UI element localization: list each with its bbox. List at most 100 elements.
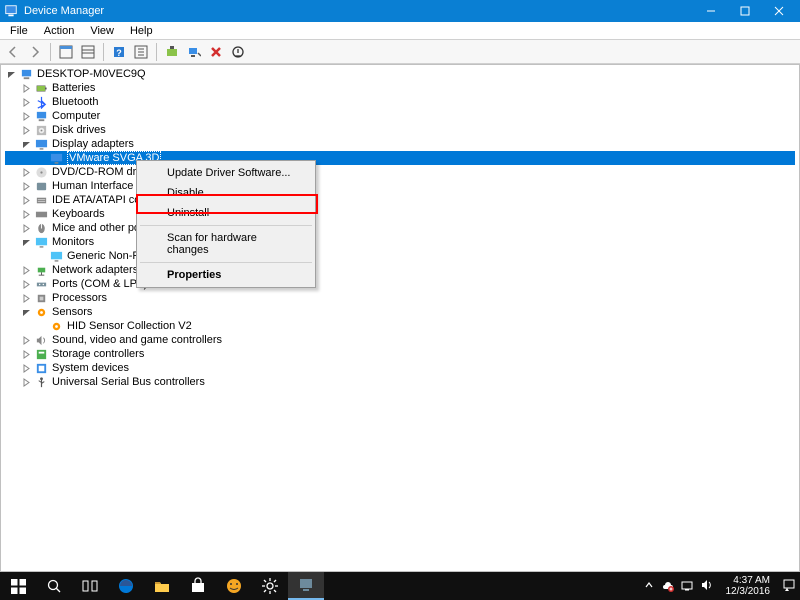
computer-icon bbox=[34, 109, 48, 123]
toolbar-show-hidden[interactable] bbox=[56, 42, 76, 62]
clock-time: 4:37 AM bbox=[726, 575, 771, 586]
menu-action[interactable]: Action bbox=[36, 24, 83, 38]
tray-chevron-up-icon[interactable] bbox=[644, 580, 654, 593]
tree-item[interactable]: Network adapters bbox=[5, 263, 795, 277]
expand-icon[interactable] bbox=[20, 166, 32, 178]
tree-item[interactable]: Universal Serial Bus controllers bbox=[5, 375, 795, 389]
toolbar-uninstall[interactable] bbox=[206, 42, 226, 62]
tree-item[interactable]: Sensors bbox=[5, 305, 795, 319]
tree-item[interactable]: Keyboards bbox=[5, 207, 795, 221]
menu-help[interactable]: Help bbox=[122, 24, 161, 38]
tree-item-label: Keyboards bbox=[52, 207, 105, 221]
ctx-scan-hardware[interactable]: Scan for hardware changes bbox=[139, 228, 313, 260]
collapse-icon[interactable] bbox=[5, 68, 17, 80]
taskbar: 4:37 AM 12/3/2016 bbox=[0, 572, 800, 600]
expand-icon[interactable] bbox=[20, 124, 32, 136]
system-tray: 4:37 AM 12/3/2016 bbox=[644, 575, 800, 597]
tree-item[interactable]: HID Sensor Collection V2 bbox=[5, 319, 795, 333]
cpu-icon bbox=[34, 291, 48, 305]
tree-item-label: Disk drives bbox=[52, 123, 106, 137]
menu-file[interactable]: File bbox=[2, 24, 36, 38]
expand-icon[interactable] bbox=[20, 96, 32, 108]
tree-item[interactable]: Ports (COM & LPT) bbox=[5, 277, 795, 291]
collapse-icon[interactable] bbox=[20, 236, 32, 248]
tray-network-icon[interactable] bbox=[680, 578, 694, 595]
tree-item-label: Storage controllers bbox=[52, 347, 144, 361]
ctx-properties[interactable]: Properties bbox=[139, 265, 313, 285]
toolbar-properties-pane[interactable] bbox=[78, 42, 98, 62]
tree-item[interactable]: Storage controllers bbox=[5, 347, 795, 361]
toolbar-back[interactable] bbox=[3, 42, 23, 62]
tree-item[interactable]: System devices bbox=[5, 361, 795, 375]
expand-icon[interactable] bbox=[20, 292, 32, 304]
sound-icon bbox=[34, 333, 48, 347]
tree-item[interactable]: Disk drives bbox=[5, 123, 795, 137]
usb-icon bbox=[34, 375, 48, 389]
start-button[interactable] bbox=[0, 572, 36, 600]
ctx-update-driver[interactable]: Update Driver Software... bbox=[139, 163, 313, 183]
expand-icon[interactable] bbox=[20, 376, 32, 388]
expand-icon[interactable] bbox=[20, 362, 32, 374]
tree-item[interactable]: Mice and other pointing devices bbox=[5, 221, 795, 235]
tree-item[interactable]: IDE ATA/ATAPI controllers bbox=[5, 193, 795, 207]
tree-item[interactable]: Batteries bbox=[5, 81, 795, 95]
expand-icon[interactable] bbox=[20, 278, 32, 290]
collapse-icon[interactable] bbox=[20, 138, 32, 150]
ide-icon bbox=[34, 193, 48, 207]
taskbar-edge[interactable] bbox=[108, 572, 144, 600]
taskbar-app1[interactable] bbox=[216, 572, 252, 600]
tree-item[interactable]: DVD/CD-ROM drives bbox=[5, 165, 795, 179]
tray-notifications-icon[interactable] bbox=[782, 578, 796, 595]
maximize-button[interactable] bbox=[728, 0, 762, 22]
expand-icon[interactable] bbox=[20, 334, 32, 346]
titlebar: Device Manager bbox=[0, 0, 800, 22]
toolbar-scan-hardware[interactable] bbox=[184, 42, 204, 62]
tree-item[interactable]: Processors bbox=[5, 291, 795, 305]
toolbar-separator bbox=[156, 43, 157, 61]
toolbar-disable[interactable] bbox=[228, 42, 248, 62]
menu-view[interactable]: View bbox=[82, 24, 122, 38]
tree-item[interactable]: Display adapters bbox=[5, 137, 795, 151]
tray-onedrive-icon[interactable] bbox=[660, 578, 674, 595]
tray-volume-icon[interactable] bbox=[700, 578, 714, 595]
expand-icon[interactable] bbox=[20, 180, 32, 192]
taskbar-store[interactable] bbox=[180, 572, 216, 600]
expand-icon[interactable] bbox=[20, 264, 32, 276]
taskbar-device-manager[interactable] bbox=[288, 572, 324, 600]
tree-item[interactable]: Monitors bbox=[5, 235, 795, 249]
expand-icon[interactable] bbox=[20, 194, 32, 206]
tree-item-label: Sound, video and game controllers bbox=[52, 333, 222, 347]
battery-icon bbox=[34, 81, 48, 95]
taskbar-search[interactable] bbox=[36, 572, 72, 600]
expand-icon[interactable] bbox=[20, 208, 32, 220]
close-button[interactable] bbox=[762, 0, 796, 22]
tree-item[interactable]: Human Interface Devices bbox=[5, 179, 795, 193]
keyboard-icon bbox=[34, 207, 48, 221]
minimize-button[interactable] bbox=[694, 0, 728, 22]
tree-item[interactable]: Generic Non-PnP Monitor bbox=[5, 249, 795, 263]
expand-icon[interactable] bbox=[20, 222, 32, 234]
ctx-uninstall[interactable]: Uninstall bbox=[139, 203, 313, 223]
expand-icon[interactable] bbox=[20, 348, 32, 360]
toolbar-forward[interactable] bbox=[25, 42, 45, 62]
taskbar-file-explorer[interactable] bbox=[144, 572, 180, 600]
collapse-icon[interactable] bbox=[20, 306, 32, 318]
taskbar-settings[interactable] bbox=[252, 572, 288, 600]
expand-icon[interactable] bbox=[20, 110, 32, 122]
toolbar-help[interactable]: ? bbox=[109, 42, 129, 62]
tree-item[interactable]: Sound, video and game controllers bbox=[5, 333, 795, 347]
tree-item[interactable]: Computer bbox=[5, 109, 795, 123]
tree-root[interactable]: DESKTOP-M0VEC9Q bbox=[5, 67, 795, 81]
device-tree-panel[interactable]: DESKTOP-M0VEC9QBatteriesBluetoothCompute… bbox=[0, 64, 800, 572]
expand-icon[interactable] bbox=[20, 82, 32, 94]
tree-item[interactable]: VMware SVGA 3D bbox=[5, 151, 795, 165]
toolbar-properties[interactable] bbox=[131, 42, 151, 62]
mouse-icon bbox=[34, 221, 48, 235]
computer-icon bbox=[19, 67, 33, 81]
tree-item[interactable]: Bluetooth bbox=[5, 95, 795, 109]
menubar: File Action View Help bbox=[0, 22, 800, 40]
ctx-disable[interactable]: Disable bbox=[139, 183, 313, 203]
toolbar-update-driver[interactable] bbox=[162, 42, 182, 62]
taskbar-taskview[interactable] bbox=[72, 572, 108, 600]
taskbar-clock[interactable]: 4:37 AM 12/3/2016 bbox=[720, 575, 777, 597]
